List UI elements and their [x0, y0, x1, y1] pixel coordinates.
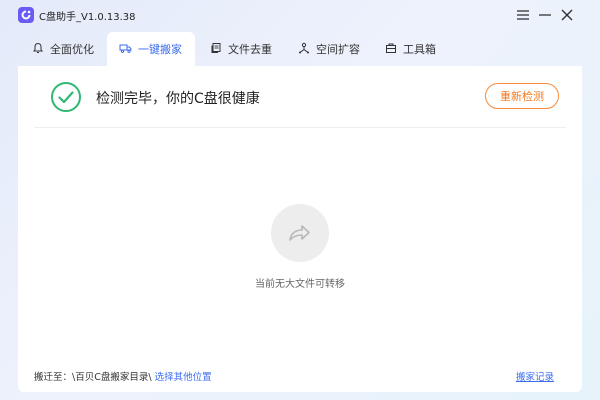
move-target-info: 搬迁至：\百贝C盘搬家目录\ 选择其他位置	[34, 369, 212, 383]
move-history-link[interactable]: 搬家记录	[516, 369, 554, 383]
status-message: 检测完毕，你的C盘很健康	[96, 91, 260, 107]
move-to-label: 搬迁至：	[34, 372, 73, 383]
expand-icon	[298, 42, 310, 57]
title-bar: C盘助手_V1.0.13.38	[0, 0, 600, 30]
tab-toolbox[interactable]: 工具箱	[373, 32, 448, 66]
files-icon	[210, 42, 222, 57]
divider	[34, 127, 566, 128]
app-title: C盘助手_V1.0.13.38	[39, 12, 136, 23]
toolbox-icon	[385, 42, 397, 57]
choose-location-link[interactable]: 选择其他位置	[155, 372, 212, 383]
main-panel: 检测完毕，你的C盘很健康 重新检测 当前无大文件可转移 搬迁至：\百贝C盘搬家目…	[18, 66, 582, 392]
minimize-icon[interactable]	[535, 5, 555, 25]
recheck-button[interactable]: 重新检测	[485, 83, 559, 109]
tab-label: 空间扩容	[316, 43, 360, 56]
tab-bar: 全面优化 一键搬家 文件去重 空间扩容 工具箱	[18, 32, 582, 66]
close-icon[interactable]	[557, 5, 577, 25]
tab-label: 文件去重	[228, 43, 272, 56]
tab-label: 工具箱	[403, 43, 436, 56]
tab-label: 全面优化	[50, 43, 94, 56]
empty-state-text: 当前无大文件可转移	[255, 279, 345, 290]
share-arrow-icon	[271, 204, 329, 262]
truck-icon	[119, 42, 132, 57]
menu-icon[interactable]	[513, 5, 533, 25]
app-logo-icon	[18, 7, 34, 23]
tab-label: 一键搬家	[138, 43, 182, 56]
tab-full-optimize[interactable]: 全面优化	[20, 32, 106, 66]
move-to-path: \百贝C盘搬家目录\	[72, 372, 152, 383]
bell-icon	[32, 42, 44, 57]
tab-file-dedup[interactable]: 文件去重	[198, 32, 284, 66]
tab-one-click-move[interactable]: 一键搬家	[107, 32, 195, 66]
check-circle-icon	[50, 81, 82, 117]
tab-space-expand[interactable]: 空间扩容	[286, 32, 372, 66]
